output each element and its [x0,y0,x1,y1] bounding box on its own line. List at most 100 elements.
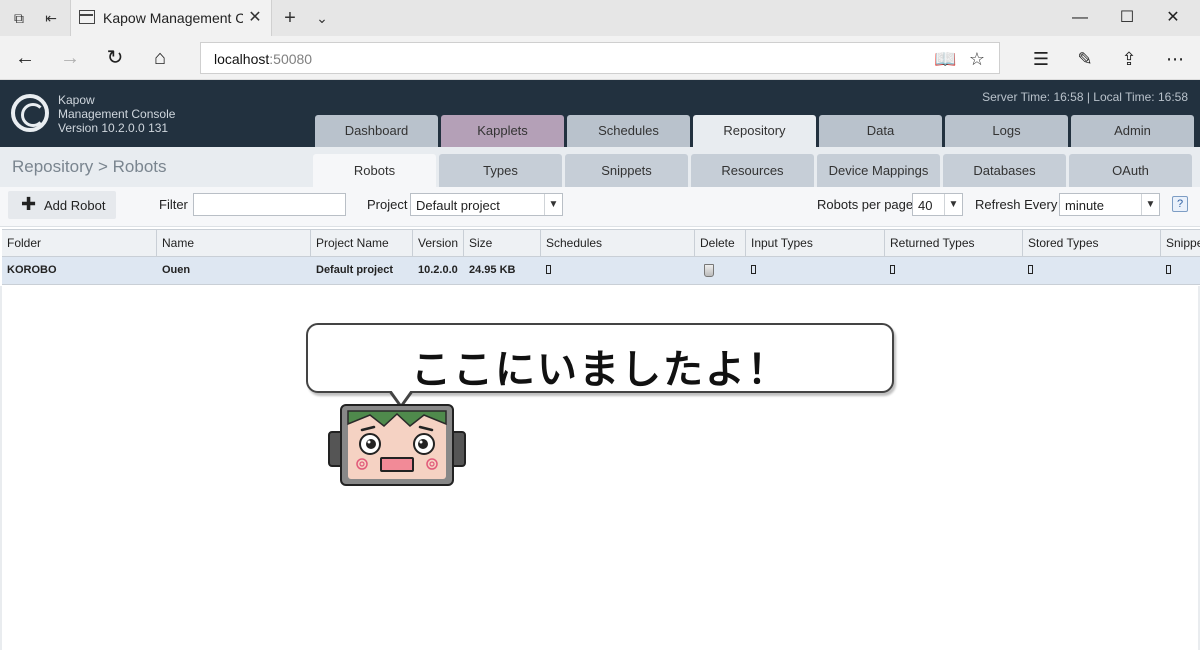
tab-title: Kapow Management Co [103,10,243,26]
reading-view-icon[interactable]: 📖 [934,48,956,70]
robots-per-page-label: Robots per page [817,197,914,212]
forward-icon[interactable]: → [57,45,83,71]
cell-schedules-value [546,264,551,274]
page-icon [79,10,95,24]
browser-tab[interactable]: Kapow Management Co ✕ [70,0,272,36]
refresh-every-select[interactable]: minute ▼ [1059,193,1160,216]
column-header-snippets[interactable]: Snippe [1161,230,1200,257]
cell-size: 24.95 KB [469,264,516,276]
app-version: Version 10.2.0.0 131 [58,121,169,135]
filter-label: Filter [159,197,188,212]
add-robot-label: Add Robot [44,198,106,213]
subtab-databases[interactable]: Databases [943,154,1066,187]
tab-data[interactable]: Data [819,115,942,147]
column-header-name[interactable]: Name [157,230,311,257]
column-header-version[interactable]: Version [413,230,464,257]
favorites-hub-icon[interactable]: ☰ [1029,47,1053,71]
chevron-down-icon: ▼ [944,194,962,215]
sub-header: Repository > Robots Robots Types Snippet… [0,147,1200,187]
more-icon[interactable]: ⋯ [1163,47,1187,71]
robots-per-page-select[interactable]: 40 ▼ [912,193,963,216]
favorite-star-icon[interactable]: ☆ [966,48,988,70]
cell-stored-types [1023,257,1161,284]
app-name: Kapow Management Console Version 10.2.0.… [58,93,175,135]
project-select[interactable]: Default project ▼ [410,193,563,216]
browser-titlebar: ⧉ ⇤ Kapow Management Co ✕ + ⌄ — ☐ ✕ [0,0,1200,36]
table-row[interactable]: KOROBO Ouen Default project 10.2.0.0 24.… [2,257,1200,285]
subtab-oauth[interactable]: OAuth [1069,154,1192,187]
speech-bubble: ここにいましたよ！ [306,323,894,393]
tab-manager-icon[interactable]: ⧉ [9,8,29,28]
app-name-line2: Management Console [58,107,176,121]
chevron-down-icon[interactable]: ⌄ [312,8,332,28]
minimize-icon[interactable]: — [1068,6,1092,30]
address-input[interactable]: localhost:50080 📖 ☆ [200,42,1000,74]
refresh-every-value: minute [1065,198,1105,213]
project-label: Project [367,197,408,212]
robots-toolbar: ✚ Add Robot Filter Project Default proje… [0,187,1200,227]
url-port: :50080 [269,51,313,67]
refresh-icon[interactable]: ↻ [102,45,128,71]
breadcrumb: Repository > Robots [12,157,167,176]
new-tab-icon[interactable]: + [280,8,300,28]
home-icon[interactable]: ⌂ [147,45,173,71]
help-icon[interactable]: ? [1172,196,1188,212]
set-aside-icon[interactable]: ⇤ [41,8,61,28]
cell-returned-types [885,257,1023,284]
app-name-line1: Kapow [58,93,95,107]
cell-folder: KOROBO [7,264,57,276]
pen-icon[interactable]: ✎ [1073,47,1097,71]
table-header: Folder Name Project Name Version Size Sc… [2,229,1200,257]
tab-schedules[interactable]: Schedules [567,115,690,147]
tab-repository[interactable]: Repository [693,115,816,147]
share-icon[interactable]: ⇪ [1117,47,1141,71]
chevron-down-icon: ▼ [544,194,562,215]
column-header-folder[interactable]: Folder [2,230,157,257]
subtab-types[interactable]: Types [439,154,562,187]
tab-dashboard[interactable]: Dashboard [315,115,438,147]
back-icon[interactable]: ← [12,45,38,71]
cell-snippets [1161,257,1200,284]
tab-admin[interactable]: Admin [1071,115,1194,147]
plus-icon: ✚ [21,194,37,214]
cell-input-types [746,257,885,284]
column-header-stored-types[interactable]: Stored Types [1023,230,1161,257]
cell-returned-types-value [890,264,895,274]
trash-icon[interactable] [704,264,714,277]
maximize-icon[interactable]: ☐ [1115,6,1139,30]
add-robot-button[interactable]: ✚ Add Robot [8,191,116,219]
cell-input-types-value [751,264,756,274]
cell-name: Ouen [162,264,191,276]
server-time: Server Time: 16:58 | Local Time: 16:58 [982,90,1188,104]
browser-addressbar: ← → ↻ ⌂ localhost:50080 📖 ☆ ☰ ✎ ⇪ ⋯ [0,36,1200,80]
subtab-robots[interactable]: Robots [313,154,436,187]
cell-schedules [541,257,695,284]
column-header-input-types[interactable]: Input Types [746,230,885,257]
app-header: Kapow Management Console Version 10.2.0.… [0,80,1200,147]
url-host: localhost [214,51,270,67]
cell-version: 10.2.0.0 [418,264,458,276]
cell-project: Default project [316,264,394,276]
refresh-every-label: Refresh Every [975,197,1058,212]
subtab-snippets[interactable]: Snippets [565,154,688,187]
project-select-value: Default project [416,198,500,213]
cell-stored-types-value [1028,264,1033,274]
close-window-icon[interactable]: ✕ [1161,6,1185,30]
column-header-delete[interactable]: Delete [695,230,746,257]
column-header-project-name[interactable]: Project Name [311,230,413,257]
subtab-resources[interactable]: Resources [691,154,814,187]
tab-kapplets[interactable]: Kapplets [441,115,564,147]
speech-text: ここにいましたよ！ [411,347,789,393]
kapow-logo-icon [11,94,49,132]
column-header-schedules[interactable]: Schedules [541,230,695,257]
robots-per-page-value: 40 [918,198,933,213]
column-header-size[interactable]: Size [464,230,541,257]
tab-logs[interactable]: Logs [945,115,1068,147]
chevron-down-icon: ▼ [1141,194,1159,215]
robot-mascot-icon [328,404,466,486]
cell-snippets-value [1166,264,1171,274]
close-icon[interactable]: ✕ [245,7,265,27]
column-header-returned-types[interactable]: Returned Types [885,230,1023,257]
subtab-device-mappings[interactable]: Device Mappings [817,154,940,187]
filter-input[interactable] [193,193,346,216]
